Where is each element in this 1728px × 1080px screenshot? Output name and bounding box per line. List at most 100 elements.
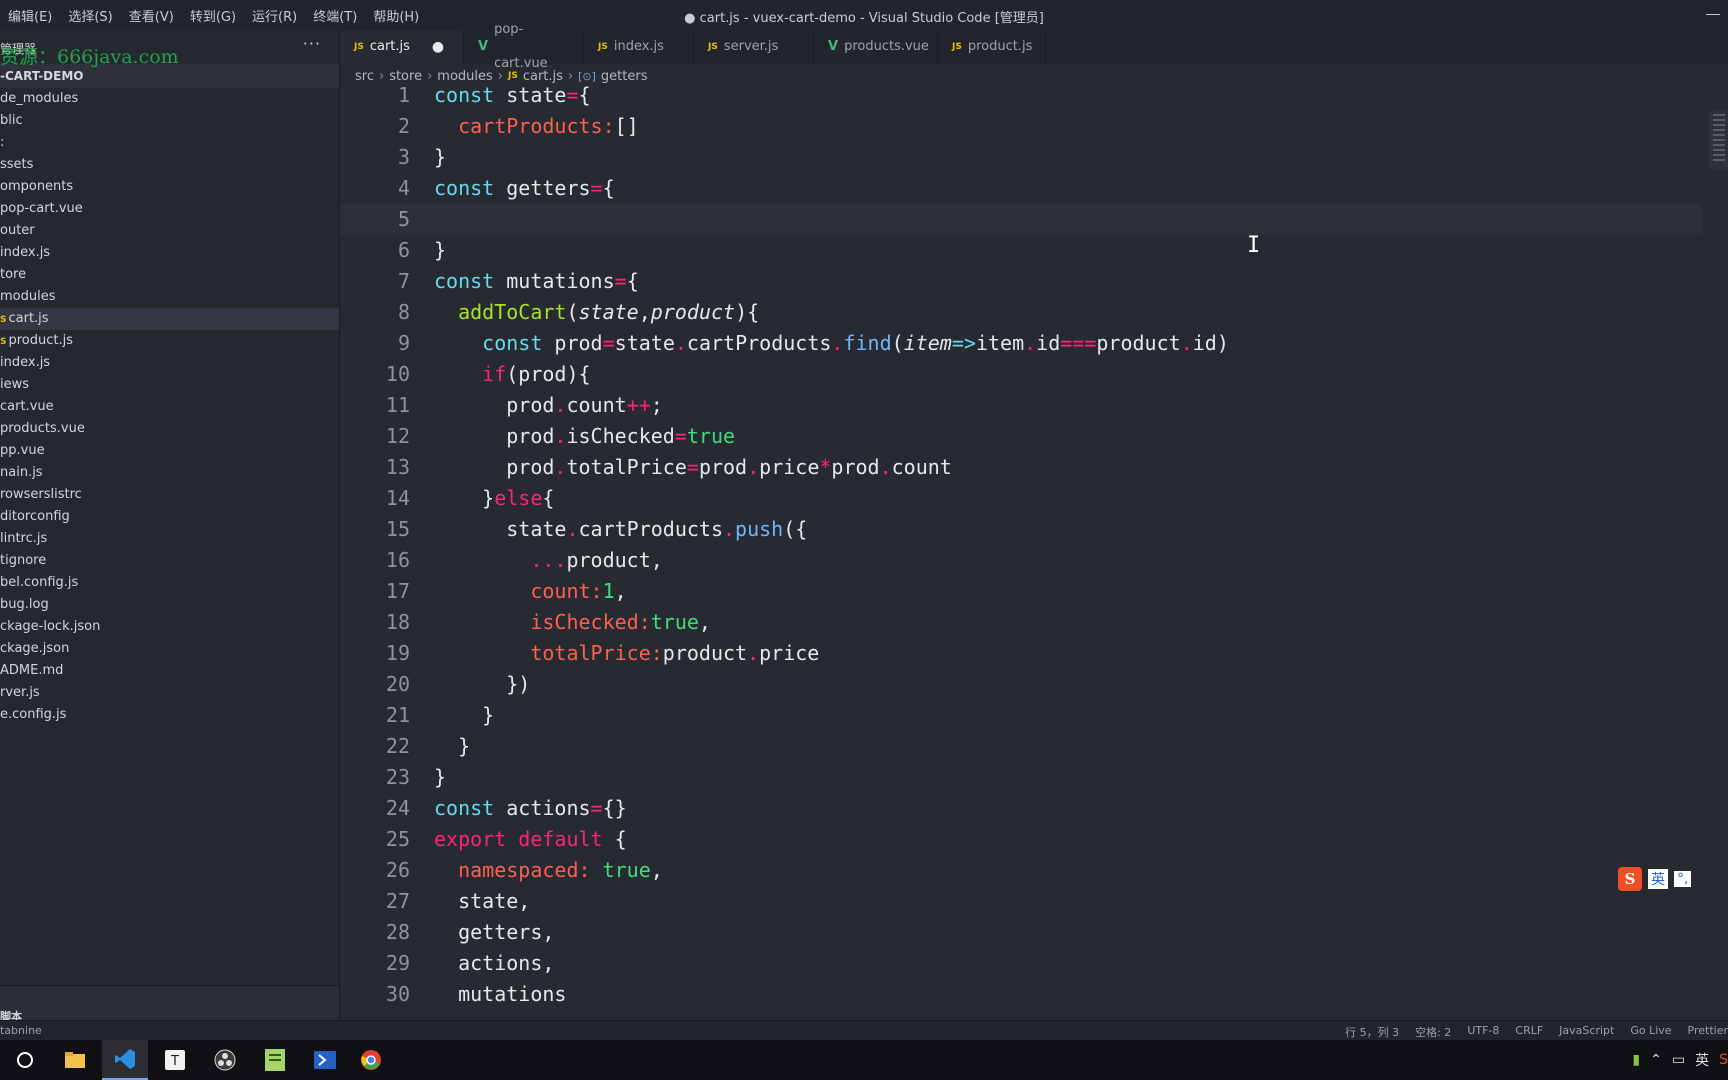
code-line: 23} [340,762,1728,793]
vue-file-icon: V [828,39,839,54]
tree-item[interactable]: de_modules [0,88,339,110]
tab-cart-js[interactable]: JS cart.js ● [340,30,464,64]
code-editor[interactable]: 1 const state={ 2 cartProducts:[] 3} 4 con… [340,80,1728,1010]
tree-item[interactable]: modules [0,286,339,308]
tree-item[interactable]: nain.js [0,462,339,484]
code-line: 30 mutations [340,979,1728,1010]
tab-index-js[interactable]: JS index.js [584,30,694,64]
code-line: 28 getters, [340,917,1728,948]
sogou-tray-icon[interactable]: S [1719,1052,1728,1068]
obs-icon[interactable] [202,1040,248,1080]
tree-item-label: outer [0,223,35,238]
notepad-icon[interactable] [252,1040,298,1080]
code-line: 19 totalPrice:product.price [340,638,1728,669]
watermark-text: 资源：666java.com [0,46,179,68]
unsaved-dot-icon[interactable]: ● [432,30,444,64]
tree-item[interactable]: ditorconfig [0,506,339,528]
battery-icon[interactable]: ▮ [1632,1052,1640,1068]
tree-item[interactable]: rver.js [0,682,339,704]
tree-item[interactable]: index.js [0,352,339,374]
tree-item[interactable]: omponents [0,176,339,198]
text-cursor-icon: I [1247,233,1261,258]
tree-item-label: lintrc.js [0,531,48,546]
network-icon[interactable]: ▭ [1672,1052,1685,1068]
tree-item-label: de_modules [0,91,79,106]
line-number: 9 [397,331,410,355]
line-number: 14 [385,486,410,510]
tree-item-label: cart.vue [0,399,54,414]
line-number: 29 [385,951,410,975]
tree-item-label: blic [0,113,23,128]
tree-item[interactable]: outer [0,220,339,242]
tree-item[interactable]: e.config.js [0,704,339,726]
tray-lang[interactable]: 英 [1695,1050,1709,1070]
status-language[interactable]: JavaScript [1559,1024,1614,1040]
line-number: 3 [397,145,410,169]
status-bar: tabnine 行 5，列 3 空格: 2 UTF-8 CRLF JavaScr… [0,1020,1728,1041]
status-spaces[interactable]: 空格: 2 [1415,1024,1451,1040]
chevron-up-icon[interactable]: ⌃ [1650,1052,1662,1068]
file-explorer-icon[interactable] [52,1040,98,1080]
tree-item[interactable]: iews [0,374,339,396]
code-line: 10 if(prod){ [340,359,1728,390]
ime-toolbar[interactable]: S 英 °, [1618,866,1692,892]
tree-item[interactable]: products.vue [0,418,339,440]
line-number: 8 [397,300,410,324]
search-icon[interactable] [2,1040,48,1080]
line-number: 27 [385,889,410,913]
tab-pop-cart-vue[interactable]: Vpop-cart.vue [464,22,584,71]
line-number: 22 [385,734,410,758]
tree-item[interactable]: tignore [0,550,339,572]
tab-product-js[interactable]: JS product.js [938,30,1046,64]
chrome-icon[interactable] [348,1040,394,1080]
tree-item[interactable]: ssets [0,154,339,176]
tree-item[interactable]: : [0,132,339,154]
tab-label: products.vue [844,39,929,54]
tree-item[interactable]: lintrc.js [0,528,339,550]
code-line: 14 }else{ [340,483,1728,514]
tree-item[interactable]: cart.vue [0,396,339,418]
status-golive[interactable]: Go Live [1630,1024,1671,1040]
code-line: 16 ...product, [340,545,1728,576]
status-eol[interactable]: CRLF [1515,1024,1543,1040]
js-file-icon: JS [598,42,608,52]
tree-item-label: bel.config.js [0,575,79,590]
line-number: 13 [385,455,410,479]
status-prettier[interactable]: Prettier [1688,1024,1728,1040]
line-number: 7 [397,269,410,293]
tree-item[interactable]: Scart.js [0,308,339,330]
vue-file-icon: V [478,39,489,54]
ime-punct[interactable]: °, [1674,871,1692,887]
tree-item[interactable]: bel.config.js [0,572,339,594]
code-line: 15 state.cartProducts.push({ [340,514,1728,545]
tab-products-vue[interactable]: Vproducts.vue [814,30,938,64]
status-encoding[interactable]: UTF-8 [1467,1024,1499,1040]
tree-item-label: ckage-lock.json [0,619,101,634]
status-position[interactable]: 行 5，列 3 [1345,1024,1399,1040]
tree-item[interactable]: ckage.json [0,638,339,660]
tree-item[interactable]: ADME.md [0,660,339,682]
minimize-button[interactable] [1706,14,1720,15]
powershell-icon[interactable] [302,1040,348,1080]
js-file-icon: S [0,337,7,347]
tree-item[interactable]: tore [0,264,339,286]
tree-item[interactable]: ckage-lock.json [0,616,339,638]
tree-item[interactable]: blic [0,110,339,132]
minimap[interactable] [1710,110,1728,170]
ime-mode[interactable]: 英 [1648,869,1668,889]
status-tabnine[interactable]: tabnine [0,1024,42,1037]
tree-item[interactable]: pop-cart.vue [0,198,339,220]
line-number: 17 [385,579,410,603]
tree-item[interactable]: bug.log [0,594,339,616]
tree-item[interactable]: rowserslistrc [0,484,339,506]
typora-icon[interactable]: T [152,1040,198,1080]
tab-server-js[interactable]: JS server.js [694,30,814,64]
more-actions-icon[interactable]: ··· [303,34,321,53]
tree-item[interactable]: pp.vue [0,440,339,462]
explorer-header: 管理器 资源：666java.com ··· [0,30,339,68]
tree-item[interactable]: index.js [0,242,339,264]
tree-item-label: iews [0,377,30,392]
tree-item[interactable]: Sproduct.js [0,330,339,352]
js-file-icon: JS [354,42,364,52]
vscode-icon[interactable] [102,1040,148,1080]
